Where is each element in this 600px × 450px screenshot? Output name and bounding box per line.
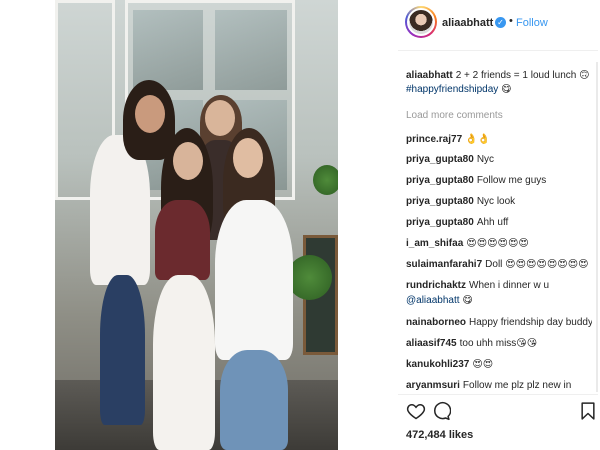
plant [313, 165, 338, 195]
comment-text: Nyc look [476, 196, 516, 207]
comment-item: priya_gupta80 Follow me guys [406, 174, 592, 188]
caption-text: 2 + 2 friends = 1 loud lunch 🙃 [455, 70, 590, 81]
comment-username[interactable]: priya_gupta80 [406, 154, 474, 165]
hashtag-link[interactable]: #happyfriendshipday [406, 84, 498, 95]
comment-username[interactable]: priya_gupta80 [406, 196, 474, 207]
comment-item: priya_gupta80 Ahh uff [406, 216, 592, 230]
comment-item: nainaborneo Happy friendship day buddy [406, 316, 592, 330]
comment-username[interactable]: priya_gupta80 [406, 175, 474, 186]
comment-username[interactable]: kanukohli237 [406, 359, 469, 370]
comment-username[interactable]: sulaimanfarahi7 [406, 259, 482, 270]
caption-username[interactable]: aliaabhatt [406, 70, 453, 81]
avatar[interactable] [405, 6, 437, 38]
separator-dot: • [509, 15, 513, 27]
bookmark-icon[interactable] [578, 401, 598, 421]
post-sidebar: aliaabhatt ✓ • Follow aliaabhatt 2 + 2 fr… [398, 0, 598, 450]
comment-text: Ahh uff [476, 217, 509, 228]
caption-emoji: 😋 [501, 84, 512, 95]
face [205, 100, 235, 136]
left-gutter [0, 0, 55, 450]
post-photo[interactable] [55, 0, 338, 450]
comment-item-continued: @aliaabhatt 😋 [406, 294, 592, 308]
window-pane [215, 10, 287, 90]
person [153, 275, 215, 450]
comment-item: prince.raj77 👌👌 [406, 133, 592, 147]
face [173, 142, 203, 180]
comment-text: Doll 😍😍😍😍😍😍😍😍 [485, 259, 589, 270]
comment-text: Follow me guys [476, 175, 547, 186]
comment-username[interactable]: aryanmsuri [406, 380, 460, 390]
comment-text: Happy friendship day buddy [469, 317, 592, 328]
caption: aliaabhatt 2 + 2 friends = 1 loud lunch 🙃… [406, 69, 592, 97]
follow-button[interactable]: Follow [516, 17, 548, 29]
comment-text: When i dinner w u [469, 280, 550, 291]
comment-item: i_am_shifaa 😍😍😍😍😍😍 [406, 237, 592, 251]
comment-item: aryanmsuri Follow me plz plz new in [406, 379, 592, 390]
comment-username[interactable]: nainaborneo [406, 317, 466, 328]
comment-item: aliaasif745 too uhh miss😘😘 [406, 337, 592, 351]
avatar-image [407, 8, 435, 36]
comment-icon[interactable] [431, 401, 452, 421]
header-username[interactable]: aliaabhatt [442, 17, 493, 29]
person [155, 200, 210, 280]
comment-username[interactable]: rundrichaktz [406, 280, 466, 291]
comment-username[interactable]: aliaasif745 [406, 338, 457, 349]
comment-item: sulaimanfarahi7 Doll 😍😍😍😍😍😍😍😍 [406, 258, 592, 272]
verified-badge-icon: ✓ [495, 17, 506, 28]
comment-item: priya_gupta80 Nyc [406, 153, 592, 167]
comment-text: Follow me plz plz new in [462, 380, 572, 390]
comment-emoji: 😋 [462, 295, 473, 306]
plant [287, 255, 332, 300]
load-more-comments-link[interactable]: Load more comments [406, 110, 503, 121]
comment-username[interactable]: priya_gupta80 [406, 217, 474, 228]
comment-item: kanukohli237 😍😍 [406, 358, 592, 372]
window-pane [133, 10, 203, 90]
face [135, 95, 165, 133]
post-header: aliaabhatt ✓ • Follow [398, 0, 598, 51]
person [100, 275, 145, 425]
comment-text: too uhh miss😘😘 [459, 338, 538, 349]
comment-username[interactable]: i_am_shifaa [406, 238, 463, 249]
heart-icon[interactable] [406, 401, 426, 421]
comment-item: rundrichaktz When i dinner w u [406, 279, 592, 293]
person [220, 350, 288, 450]
comment-text: Nyc [476, 154, 495, 165]
comment-username[interactable]: prince.raj77 [406, 134, 462, 145]
face [233, 138, 263, 178]
action-bar [398, 394, 598, 424]
comment-text: 😍😍😍😍😍😍 [466, 238, 529, 249]
person [215, 200, 293, 360]
mention-link[interactable]: @aliaabhatt [406, 295, 460, 306]
comment-text: 😍😍 [472, 359, 494, 370]
comments-list[interactable]: aliaabhatt 2 + 2 friends = 1 loud lunch 🙃… [398, 64, 594, 390]
comment-text: 👌👌 [465, 134, 491, 145]
likes-count[interactable]: 472,484 likes [406, 429, 473, 441]
comment-item: priya_gupta80 Nyc look [406, 195, 592, 209]
